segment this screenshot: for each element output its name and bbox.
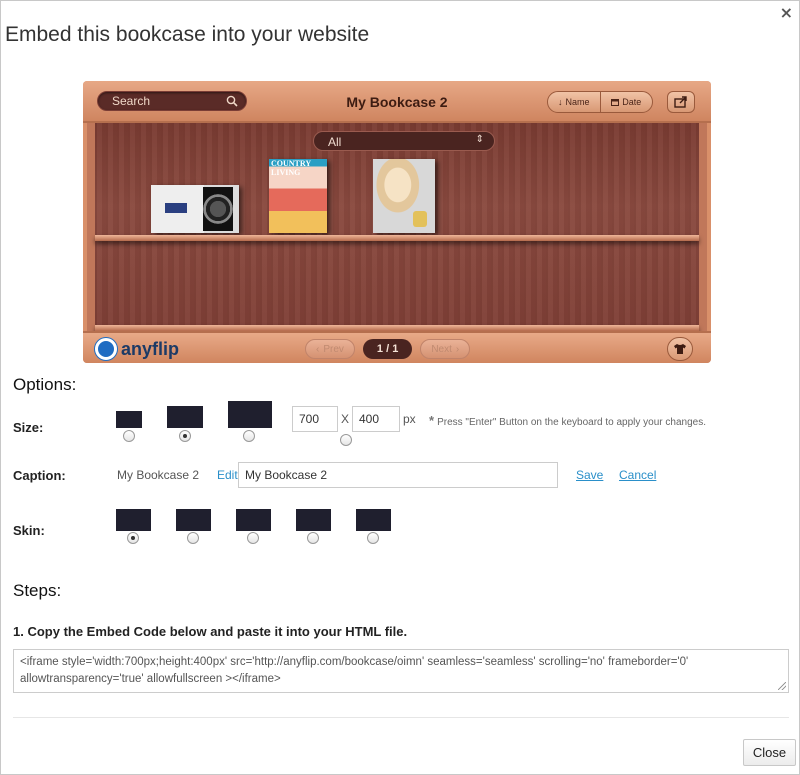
sort-date-label: Date (622, 97, 642, 107)
options-heading: Options: (13, 375, 77, 394)
size-label: Size: (13, 420, 44, 435)
book-cover-country-living[interactable]: COUNTRY LIVING (269, 159, 327, 233)
anyflip-logo: anyflip (95, 337, 179, 361)
sort-name-label: Name (565, 97, 590, 107)
close-icon[interactable]: × (780, 3, 793, 22)
embed-code-textarea[interactable]: <iframe style='width:700px;height:400px'… (13, 649, 789, 693)
category-select-value: All (328, 135, 342, 149)
skin-option-2[interactable] (176, 509, 211, 531)
caption-save-link[interactable]: Save (576, 468, 603, 482)
book-cover-watch[interactable] (151, 185, 239, 233)
perfume-bottle-image (413, 211, 427, 227)
caption-value: My Bookcase 2 (117, 468, 200, 482)
size-preset-medium-radio[interactable] (179, 430, 191, 442)
size-preset-small[interactable] (116, 411, 142, 428)
skin-option-4-radio[interactable] (307, 532, 319, 544)
step-1-instruction: 1. Copy the Embed Code below and paste i… (13, 624, 408, 639)
brand-logo (165, 203, 187, 213)
sort-date-button[interactable]: Date (599, 92, 653, 112)
skin-option-1-radio[interactable] (127, 532, 139, 544)
size-preset-small-radio[interactable] (123, 430, 135, 442)
bookcase-preview: Search My Bookcase 2 ↓ Name Date All ⇕ C… (83, 81, 711, 363)
anyflip-logo-text: anyflip (121, 338, 180, 359)
skin-label: Skin: (13, 523, 45, 538)
bookcase-footer: anyflip ‹ Prev 1 / 1 Next › (83, 331, 711, 363)
calendar-icon (611, 99, 620, 106)
size-hint: * Press "Enter" Button on the keyboard to… (429, 413, 706, 428)
chevron-left-icon: ‹ (316, 343, 320, 355)
size-preset-medium[interactable] (167, 406, 203, 428)
anyflip-logo-icon (95, 338, 117, 360)
size-hint-text: Press "Enter" Button on the keyboard to … (437, 417, 706, 428)
caption-edit-link[interactable]: Edit (217, 468, 238, 482)
size-preset-large[interactable] (228, 401, 272, 428)
size-unit: px (403, 412, 416, 426)
caption-input[interactable]: My Bookcase 2 (238, 462, 558, 488)
skin-option-2-radio[interactable] (187, 532, 199, 544)
skin-option-3-radio[interactable] (247, 532, 259, 544)
share-button[interactable] (667, 91, 695, 113)
prev-label: Prev (323, 343, 344, 355)
prev-button[interactable]: ‹ Prev (305, 339, 355, 359)
dialog-title: Embed this bookcase into your website (5, 23, 370, 46)
skin-option-3[interactable] (236, 509, 271, 531)
sort-group: ↓ Name Date (547, 91, 653, 113)
skin-button[interactable] (667, 337, 693, 361)
caption-cancel-link[interactable]: Cancel (619, 468, 656, 482)
sort-az-icon: ↓ (557, 97, 563, 107)
resize-handle-icon[interactable] (778, 682, 786, 690)
skin-option-1[interactable] (116, 509, 151, 531)
skin-option-4[interactable] (296, 509, 331, 531)
next-label: Next (431, 343, 452, 355)
book-cover-perfume[interactable] (373, 159, 435, 233)
next-button[interactable]: Next › (420, 339, 471, 359)
width-input[interactable]: 700 (292, 406, 338, 432)
page-indicator: 1 / 1 (362, 339, 413, 359)
skin-option-5-radio[interactable] (367, 532, 379, 544)
footer-divider (13, 717, 789, 718)
share-icon (674, 96, 687, 108)
pager: ‹ Prev 1 / 1 Next › (305, 339, 471, 359)
category-select[interactable]: All ⇕ (313, 131, 495, 151)
height-input[interactable]: 400 (352, 406, 400, 432)
embed-dialog: × Embed this bookcase into your website … (0, 0, 800, 775)
watch-image (203, 187, 233, 231)
shelf-1 (95, 235, 699, 241)
steps-heading: Steps: (13, 581, 62, 600)
tshirt-icon (674, 344, 686, 354)
asterisk: * (429, 413, 435, 428)
skin-option-5[interactable] (356, 509, 391, 531)
updown-arrow-icon: ⇕ (475, 134, 484, 145)
chevron-right-icon: › (455, 343, 460, 355)
size-separator: X (341, 412, 350, 426)
embed-code-text: <iframe style='width:700px;height:400px'… (20, 656, 689, 685)
sort-name-button[interactable]: ↓ Name (548, 92, 600, 112)
magazine-masthead: COUNTRY LIVING (271, 159, 311, 177)
size-preset-large-radio[interactable] (243, 430, 255, 442)
caption-label: Caption: (13, 468, 66, 483)
close-button[interactable]: Close (743, 739, 796, 766)
bookcase-toolbar: Search My Bookcase 2 ↓ Name Date (83, 81, 711, 123)
size-custom-radio[interactable] (340, 434, 352, 446)
bookcase-shelves: All ⇕ COUNTRY LIVING (87, 123, 707, 331)
